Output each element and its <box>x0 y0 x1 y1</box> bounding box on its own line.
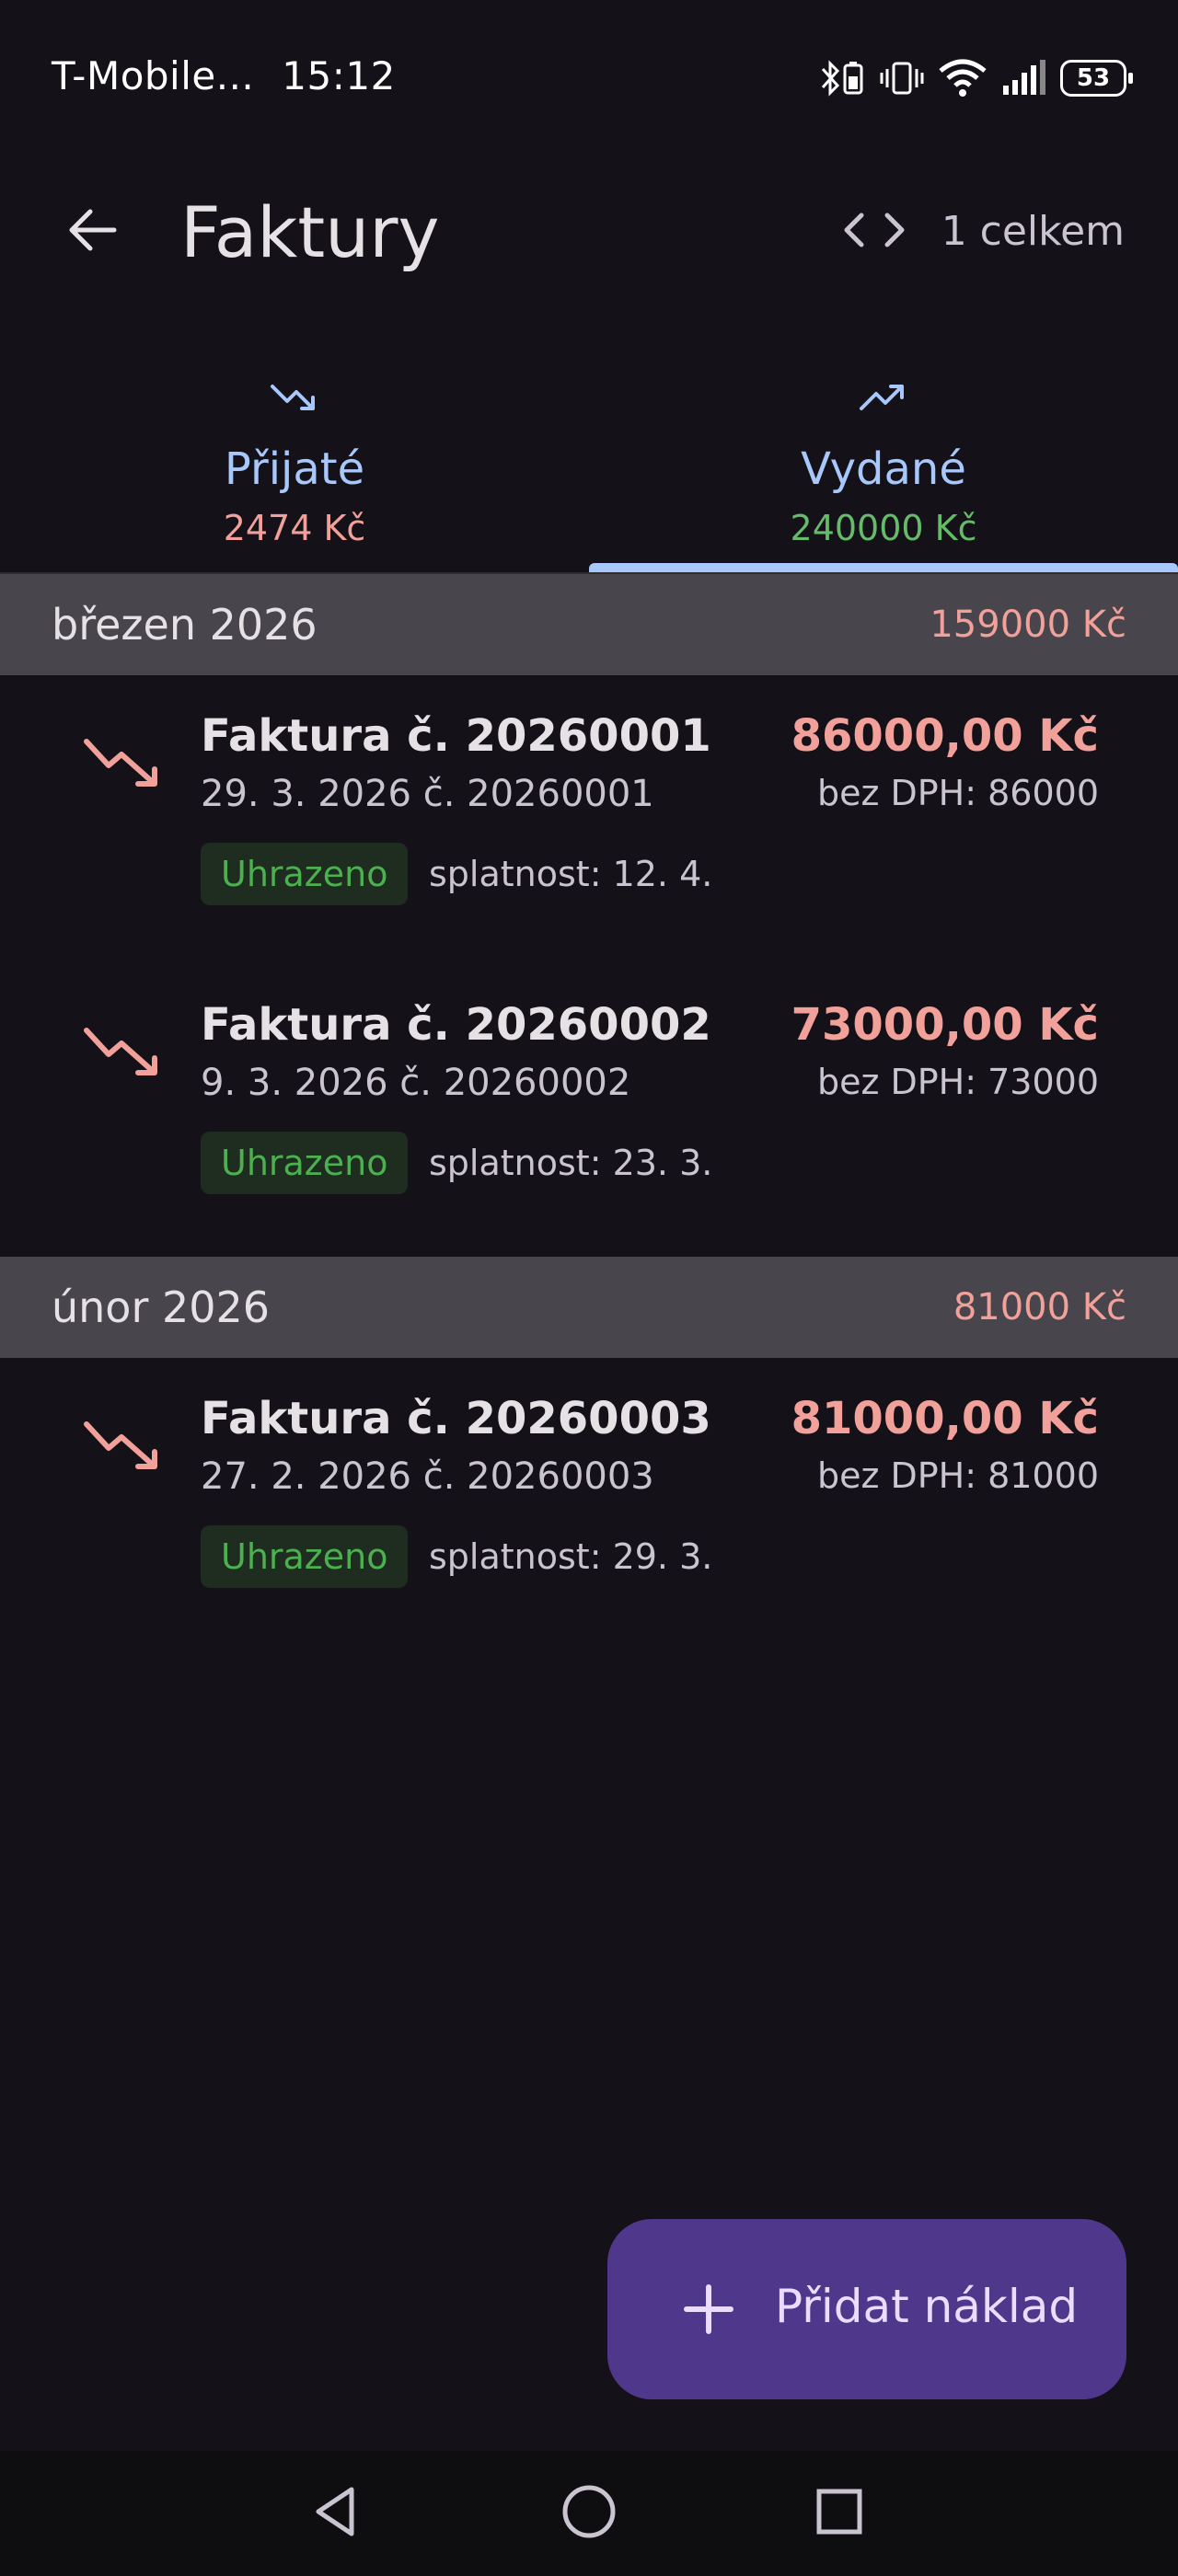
invoice-due-date: splatnost: 29. 3. <box>429 1536 713 1577</box>
plus-icon <box>672 2272 745 2346</box>
invoice-date-number: 29. 3. 2026 č. 20260001 <box>201 773 654 815</box>
month-header: únor 2026 81000 Kč <box>0 1257 1178 1358</box>
back-triangle-icon <box>309 2484 364 2543</box>
add-expense-label: Přidat náklad <box>775 2280 1079 2333</box>
wifi-icon <box>937 58 988 98</box>
carrier-name: T-Mobile... <box>52 53 255 98</box>
recents-square-icon <box>812 2484 867 2543</box>
invoice-net-amount: bez DPH: 81000 <box>816 1455 1099 1496</box>
tab-received-label: Přijaté <box>224 443 365 495</box>
invoice-net-amount: bez DPH: 86000 <box>816 773 1099 813</box>
month-name: únor 2026 <box>52 1282 271 1332</box>
invoice-due-date: splatnost: 12. 4. <box>429 854 713 894</box>
home-circle-icon <box>560 2482 618 2545</box>
battery-icon: 53 <box>1060 60 1133 97</box>
invoice-net-amount: bez DPH: 73000 <box>816 1062 1099 1102</box>
app-bar: Faktury 1 celkem <box>0 156 1178 304</box>
status-bar: T-Mobile... 15:12 53 <box>0 0 1178 156</box>
status-badge: Uhrazeno <box>201 1525 409 1588</box>
invoice-date-number: 27. 2. 2026 č. 20260003 <box>201 1455 654 1498</box>
tab-issued-label: Vydané <box>801 443 966 495</box>
system-nav-bar <box>0 2451 1178 2576</box>
trending-up-icon <box>858 379 909 420</box>
invoice-item[interactable]: Faktura č. 20260001 29. 3. 2026 č. 20260… <box>0 677 1178 953</box>
tab-bar: Přijaté 2474 Kč Vydané 240000 Kč <box>0 359 1178 574</box>
tab-received-sum: 2474 Kč <box>223 508 366 548</box>
invoice-date-number: 9. 3. 2026 č. 20260002 <box>201 1062 631 1104</box>
month-total: 159000 Kč <box>930 604 1126 646</box>
code-button[interactable] <box>837 202 911 261</box>
status-badge: Uhrazeno <box>201 1132 409 1194</box>
back-button[interactable] <box>55 195 129 269</box>
tab-received[interactable]: Přijaté 2474 Kč <box>0 359 589 572</box>
invoice-item[interactable]: Faktura č. 20260002 9. 3. 2026 č. 202600… <box>0 966 1178 1242</box>
invoice-title: Faktura č. 20260001 <box>201 710 711 762</box>
trending-down-icon <box>81 1413 164 1481</box>
month-header: březen 2026 159000 Kč <box>0 574 1178 675</box>
invoice-amount: 81000,00 Kč <box>791 1393 1099 1444</box>
signal-icon <box>1001 58 1047 98</box>
month-name: březen 2026 <box>52 600 318 650</box>
tab-indicator <box>589 563 1178 572</box>
invoice-amount: 73000,00 Kč <box>791 999 1099 1051</box>
invoice-due-date: splatnost: 23. 3. <box>429 1143 713 1183</box>
clock: 15:12 <box>282 53 396 98</box>
page-title: Faktury <box>180 191 440 273</box>
add-expense-button[interactable]: Přidat náklad <box>607 2219 1126 2399</box>
nav-home-button[interactable] <box>552 2477 626 2550</box>
invoice-amount: 86000,00 Kč <box>791 710 1099 762</box>
trending-down-icon <box>81 730 164 799</box>
total-count: 1 celkem <box>941 208 1125 255</box>
invoice-title: Faktura č. 20260003 <box>201 1393 711 1444</box>
nav-recents-button[interactable] <box>803 2477 876 2550</box>
trending-down-icon <box>269 379 320 420</box>
vibrate-icon <box>880 58 924 98</box>
invoice-title: Faktura č. 20260002 <box>201 999 711 1051</box>
back-arrow-icon <box>64 202 120 261</box>
status-badge: Uhrazeno <box>201 843 409 905</box>
bluetooth-battery-icon <box>819 58 867 98</box>
nav-back-button[interactable] <box>300 2477 374 2550</box>
code-icon <box>841 208 907 256</box>
trending-down-icon <box>81 1019 164 1087</box>
invoice-item[interactable]: Faktura č. 20260003 27. 2. 2026 č. 20260… <box>0 1360 1178 1636</box>
tab-issued[interactable]: Vydané 240000 Kč <box>589 359 1178 572</box>
tab-issued-sum: 240000 Kč <box>790 508 977 548</box>
month-total: 81000 Kč <box>953 1286 1126 1328</box>
